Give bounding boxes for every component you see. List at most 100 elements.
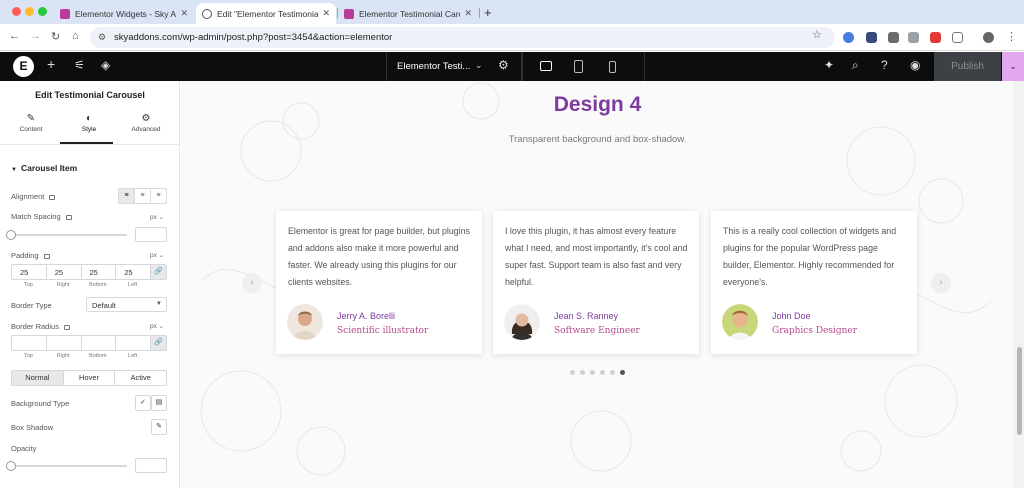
border-type-select[interactable]: Default ▼ xyxy=(86,297,167,312)
gradient-background-icon[interactable]: ▤ xyxy=(151,395,167,411)
desktop-responsive-icon[interactable] xyxy=(43,253,50,259)
mobile-device-icon[interactable] xyxy=(609,61,616,73)
close-tab-icon[interactable]: ✕ xyxy=(322,8,330,19)
publish-options-chevron-icon[interactable]: ⌄ xyxy=(1002,52,1024,81)
search-icon[interactable]: ⌕ xyxy=(852,58,859,73)
chevron-down-icon[interactable]: ⌄ xyxy=(475,60,483,71)
testimonial-role: Scientific illustrator xyxy=(337,326,429,336)
extension-4-icon[interactable] xyxy=(908,32,919,43)
alignment-button-group: ≡ ≡ ≡ xyxy=(118,188,167,204)
padding-bottom-input[interactable]: 25 xyxy=(80,264,116,280)
desktop-responsive-icon[interactable] xyxy=(49,194,56,200)
minimize-window-button[interactable] xyxy=(25,7,34,16)
tab-style[interactable]: ◐ Style xyxy=(60,113,118,133)
unit-label: px xyxy=(150,252,157,259)
browser-menu-icon[interactable]: ⋮ xyxy=(1006,30,1017,43)
match-spacing-slider-handle[interactable] xyxy=(6,230,16,240)
close-tab-icon[interactable]: ✕ xyxy=(180,8,188,19)
dim-label-left: Left xyxy=(128,282,138,288)
publish-button[interactable]: Publish xyxy=(934,52,1001,81)
link-values-icon[interactable]: 🔗 xyxy=(150,264,167,280)
tab-advanced[interactable]: ⚙ Advanced xyxy=(117,113,175,133)
back-arrow-icon[interactable]: ← xyxy=(9,30,20,42)
new-tab-icon[interactable]: + xyxy=(484,5,492,20)
close-window-button[interactable] xyxy=(12,7,21,16)
help-icon[interactable]: ? xyxy=(881,58,888,72)
profile-avatar[interactable] xyxy=(983,32,994,43)
extension-5-icon[interactable] xyxy=(930,32,941,43)
edit-pencil-icon[interactable]: ✎ xyxy=(151,419,167,435)
browser-tab-1[interactable]: Elementor Widgets - Sky Addons ✕ xyxy=(54,3,194,24)
pagination-dot-active[interactable] xyxy=(620,370,625,375)
bookmark-star-icon[interactable]: ☆ xyxy=(812,28,822,41)
desktop-device-icon[interactable] xyxy=(540,61,552,71)
extension-1-icon[interactable] xyxy=(843,32,854,43)
globe-favicon-icon xyxy=(202,8,212,19)
radius-top-input[interactable] xyxy=(11,335,46,351)
zoom-window-button[interactable] xyxy=(38,7,47,16)
close-tab-icon[interactable]: ✕ xyxy=(464,8,472,19)
pagination-dot[interactable] xyxy=(570,370,575,375)
carousel-next-arrow-icon[interactable]: › xyxy=(931,273,951,293)
preview-eye-icon[interactable]: ◉ xyxy=(910,58,920,72)
desktop-responsive-icon[interactable] xyxy=(63,324,70,330)
align-center-icon[interactable]: ≡ xyxy=(135,189,151,203)
align-left-icon[interactable]: ≡ xyxy=(119,189,135,203)
site-settings-icon[interactable]: ⚙ xyxy=(98,32,106,43)
tablet-device-icon[interactable] xyxy=(574,60,583,73)
padding-right-input[interactable]: 25 xyxy=(45,264,81,280)
browser-tab-2[interactable]: Edit "Elementor Testimonial Carousel" ✕ xyxy=(196,3,336,24)
pagination-dot[interactable] xyxy=(590,370,595,375)
document-title-text: Elementor Testi... xyxy=(397,61,471,72)
opacity-input[interactable] xyxy=(135,458,167,473)
reload-icon[interactable]: ↻ xyxy=(51,30,60,43)
structure-layers-icon[interactable]: ◈ xyxy=(101,58,110,72)
extensions-puzzle-icon[interactable] xyxy=(952,32,963,43)
opacity-slider-track[interactable] xyxy=(11,465,127,467)
link-values-icon[interactable]: 🔗 xyxy=(150,335,167,351)
opacity-slider-handle[interactable] xyxy=(6,461,16,471)
radius-right-input[interactable] xyxy=(45,335,81,351)
extension-2-icon[interactable] xyxy=(866,32,877,43)
pagination-dot[interactable] xyxy=(610,370,615,375)
sky-addons-favicon-icon xyxy=(60,8,70,19)
classic-background-brush-icon[interactable]: ✓ xyxy=(135,395,151,411)
unit-selector[interactable]: px ⌄ xyxy=(150,251,164,259)
site-settings-sliders-icon[interactable]: ⚟ xyxy=(74,58,85,72)
home-icon[interactable]: ⌂ xyxy=(72,30,79,42)
testimonial-card: I love this plugin, it has almost every … xyxy=(493,211,699,354)
testimonial-role: Software Engineer xyxy=(554,326,640,336)
forward-arrow-icon[interactable]: → xyxy=(30,30,41,42)
match-spacing-input[interactable] xyxy=(135,227,167,242)
elementor-logo-icon[interactable]: E xyxy=(13,56,34,77)
editor-panel: Edit Testimonial Carousel ✎ Content ◐ St… xyxy=(0,81,180,488)
padding-left-input[interactable]: 25 xyxy=(115,264,150,280)
tab-active[interactable]: Active xyxy=(115,371,166,385)
padding-top-input[interactable]: 25 xyxy=(11,264,46,280)
unit-selector[interactable]: px ⌄ xyxy=(150,213,164,221)
canvas-scrollbar-thumb[interactable] xyxy=(1017,347,1022,435)
page-settings-gear-icon[interactable]: ⚙ xyxy=(498,58,509,72)
pagination-dot[interactable] xyxy=(600,370,605,375)
chevron-down-icon: ▼ xyxy=(156,301,162,307)
opacity-label: Opacity xyxy=(11,444,37,453)
divider xyxy=(644,52,645,81)
tab-content[interactable]: ✎ Content xyxy=(2,113,60,133)
match-spacing-slider-track[interactable] xyxy=(11,234,127,236)
pagination-dot[interactable] xyxy=(580,370,585,375)
browser-tab-3[interactable]: Elementor Testimonial Carousel ✕ xyxy=(338,3,478,24)
url-field[interactable]: ⚙ skyaddons.com/wp-admin/post.php?post=3… xyxy=(90,27,835,48)
tab-normal[interactable]: Normal xyxy=(12,371,64,385)
notifications-rocket-icon[interactable]: ✦ xyxy=(824,58,834,72)
desktop-responsive-icon[interactable] xyxy=(65,214,72,220)
section-carousel-item[interactable]: ▼ Carousel Item xyxy=(11,163,77,173)
radius-bottom-input[interactable] xyxy=(80,335,116,351)
dim-label-top: Top xyxy=(23,282,33,288)
carousel-prev-arrow-icon[interactable]: ‹ xyxy=(242,273,262,293)
radius-left-input[interactable] xyxy=(115,335,150,351)
add-element-icon[interactable]: + xyxy=(47,56,55,72)
extension-3-icon[interactable] xyxy=(888,32,899,43)
unit-selector[interactable]: px ⌄ xyxy=(150,322,164,330)
tab-hover[interactable]: Hover xyxy=(64,371,116,385)
align-right-icon[interactable]: ≡ xyxy=(151,189,166,203)
